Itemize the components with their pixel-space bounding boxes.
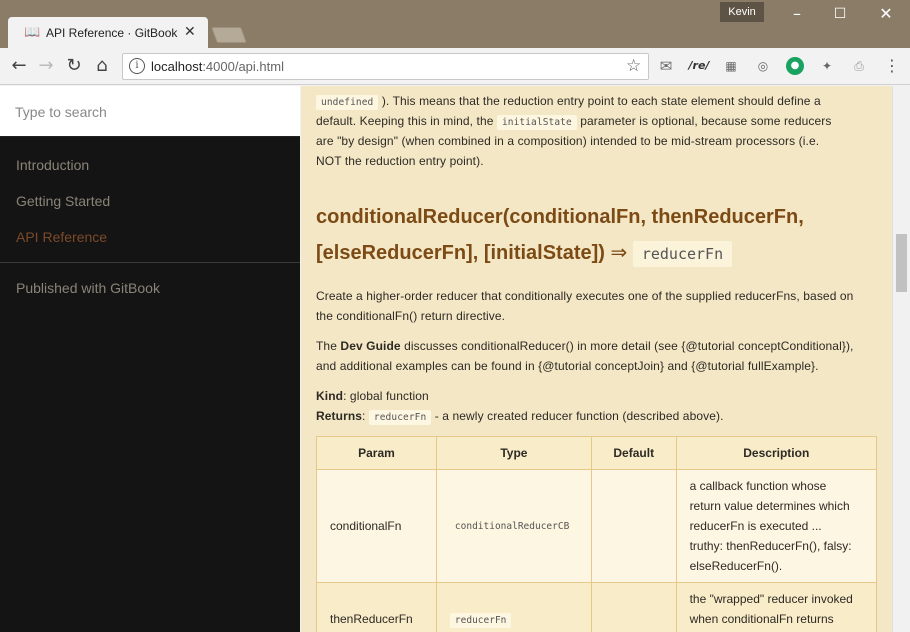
address-bar[interactable]: i localhost:4000/api.html ☆: [122, 53, 649, 80]
regex-extension-icon[interactable]: /re/: [688, 57, 710, 75]
intro-text: ). This means that the reduction entry p…: [381, 94, 821, 108]
published-with-gitbook-link[interactable]: Published with GitBook: [16, 280, 160, 296]
default-cell: [590, 469, 677, 583]
description-line: return value determines which: [689, 499, 850, 513]
guide-text: The: [316, 339, 337, 353]
column-header: Type: [435, 436, 592, 470]
returns-label: Returns: [316, 409, 363, 423]
grid-extension-icon[interactable]: ▦: [722, 57, 740, 75]
vertical-scrollbar[interactable]: [892, 86, 910, 632]
search-input[interactable]: [0, 86, 300, 137]
tab-title: API Reference · GitBook: [46, 26, 178, 40]
kind-label: Kind: [316, 389, 344, 403]
book-icon: 📖: [24, 25, 41, 40]
url-text[interactable]: localhost:4000/api.html: [151, 59, 284, 74]
param-cell: conditionalFn: [316, 469, 437, 583]
intro-line-1: undefined ). This means that the reducti…: [316, 91, 821, 113]
guide-line-1: The Dev Guide discusses conditionalReduc…: [316, 336, 854, 356]
column-header: Default: [590, 436, 677, 470]
home-icon[interactable]: ⌂: [91, 55, 113, 77]
browser-toolbar: ← → ↻ ⌂ i localhost:4000/api.html ☆ ✉ /r…: [0, 48, 910, 85]
description-line: a callback function whose: [689, 479, 827, 493]
browser-menu-icon[interactable]: ⋮: [884, 56, 900, 76]
intro-line-4: NOT the reduction entry point).: [316, 154, 484, 168]
heading-line-2: [elseReducerFn], [initialState]) ⇒ reduc…: [316, 235, 876, 272]
profile-name[interactable]: Kevin: [720, 2, 764, 22]
target-extension-icon[interactable]: ◎: [754, 57, 772, 75]
returns-value: - a newly created reducer function (desc…: [434, 409, 724, 423]
intro-line-2: default. Keeping this in mind, the initi…: [316, 111, 831, 133]
sidebar-item-getting-started[interactable]: Getting Started: [16, 193, 110, 209]
kind-value: : global function: [343, 389, 429, 403]
guide-line-2: and additional examples can be found in …: [316, 359, 819, 373]
code-initialstate: initialState: [496, 115, 577, 130]
book-sidebar: Introduction Getting Started API Referen…: [0, 86, 300, 632]
description-line-1: Create a higher-order reducer that condi…: [316, 289, 854, 303]
info-icon[interactable]: i: [129, 58, 145, 74]
url-path: :4000/api.html: [202, 59, 284, 74]
description-line: elseReducerFn().: [689, 559, 783, 573]
returns-code: reducerFn: [368, 410, 432, 425]
table-header-row: Param Type Default Description: [316, 436, 878, 470]
minimize-icon[interactable]: –: [787, 4, 807, 23]
intro-line-3: are "by design" (when combined in a comp…: [316, 134, 820, 148]
title-bar: 📖 API Reference · GitBook ✕ Kevin – ☐ ✕: [0, 0, 910, 48]
param-cell: thenReducerFn: [316, 582, 437, 632]
description-cell: a callback function whose return value d…: [675, 469, 878, 583]
window-close-icon[interactable]: ✕: [876, 4, 896, 23]
green-extension-icon[interactable]: ●: [786, 57, 804, 75]
heading-line-1: conditionalReducer(conditionalFn, thenRe…: [316, 206, 804, 228]
heading-params: [elseReducerFn], [initialState]): [316, 242, 605, 264]
bookmark-star-icon[interactable]: ☆: [626, 56, 641, 76]
guide-text: discusses conditionalReducer() in more d…: [404, 339, 854, 353]
mail-icon[interactable]: ✉: [657, 57, 675, 75]
reload-icon[interactable]: ↻: [63, 55, 85, 77]
new-tab-button[interactable]: [211, 27, 247, 43]
sidebar-item-introduction[interactable]: Introduction: [16, 157, 89, 173]
params-table: Param Type Default Description condition…: [316, 436, 878, 632]
function-heading: conditionalReducer(conditionalFn, thenRe…: [316, 200, 876, 272]
type-code: reducerFn: [449, 613, 512, 628]
description-line: the "wrapped" reducer invoked: [689, 592, 853, 606]
table-row: conditionalFn conditionalReducerCB a cal…: [316, 469, 878, 583]
description-line: truthy: thenReducerFn(), falsy:: [689, 539, 852, 553]
type-cell: reducerFn: [435, 582, 592, 632]
table-row: thenReducerFn reducerFn the "wrapped" re…: [316, 582, 878, 632]
pdf-extension-icon[interactable]: ⎙: [850, 57, 868, 75]
browser-window: 📖 API Reference · GitBook ✕ Kevin – ☐ ✕ …: [0, 0, 910, 632]
description-cell: the "wrapped" reducer invoked when condi…: [675, 582, 878, 632]
arrow-icon: ⇒: [610, 240, 628, 264]
forward-arrow-icon[interactable]: →: [35, 55, 57, 77]
puzzle-extension-icon[interactable]: ✦: [818, 57, 836, 75]
description-line-2: the conditionalFn() return directive.: [316, 309, 506, 323]
sidebar-item-api-reference[interactable]: API Reference: [16, 229, 107, 245]
sidebar-divider: [0, 262, 300, 263]
code-undefined: undefined: [316, 95, 379, 110]
kind-line: Kind: global function: [316, 386, 429, 406]
back-arrow-icon[interactable]: ←: [8, 55, 30, 77]
description-line: reducerFn is executed ...: [689, 519, 822, 533]
page-content: undefined ). This means that the reducti…: [301, 86, 892, 632]
search-box: [0, 86, 300, 137]
heading-return-type: reducerFn: [632, 241, 733, 267]
description-line: when conditionalFn returns: [689, 612, 834, 626]
column-header: Description: [675, 436, 878, 470]
dev-guide-link[interactable]: Dev Guide: [340, 339, 400, 353]
column-header: Param: [316, 436, 437, 470]
returns-line: Returns: reducerFn - a newly created red…: [316, 409, 724, 425]
default-cell: [590, 582, 677, 632]
intro-text: default. Keeping this in mind, the: [316, 114, 494, 128]
type-cell: conditionalReducerCB: [435, 469, 592, 583]
maximize-icon[interactable]: ☐: [830, 6, 850, 22]
url-host: localhost: [151, 59, 203, 74]
scrollbar-thumb[interactable]: [896, 234, 907, 292]
type-code: conditionalReducerCB: [449, 519, 575, 534]
intro-text: parameter is optional, because some redu…: [580, 114, 832, 128]
tab-close-icon[interactable]: ✕: [184, 24, 196, 40]
browser-tab[interactable]: 📖 API Reference · GitBook ✕: [8, 17, 208, 48]
